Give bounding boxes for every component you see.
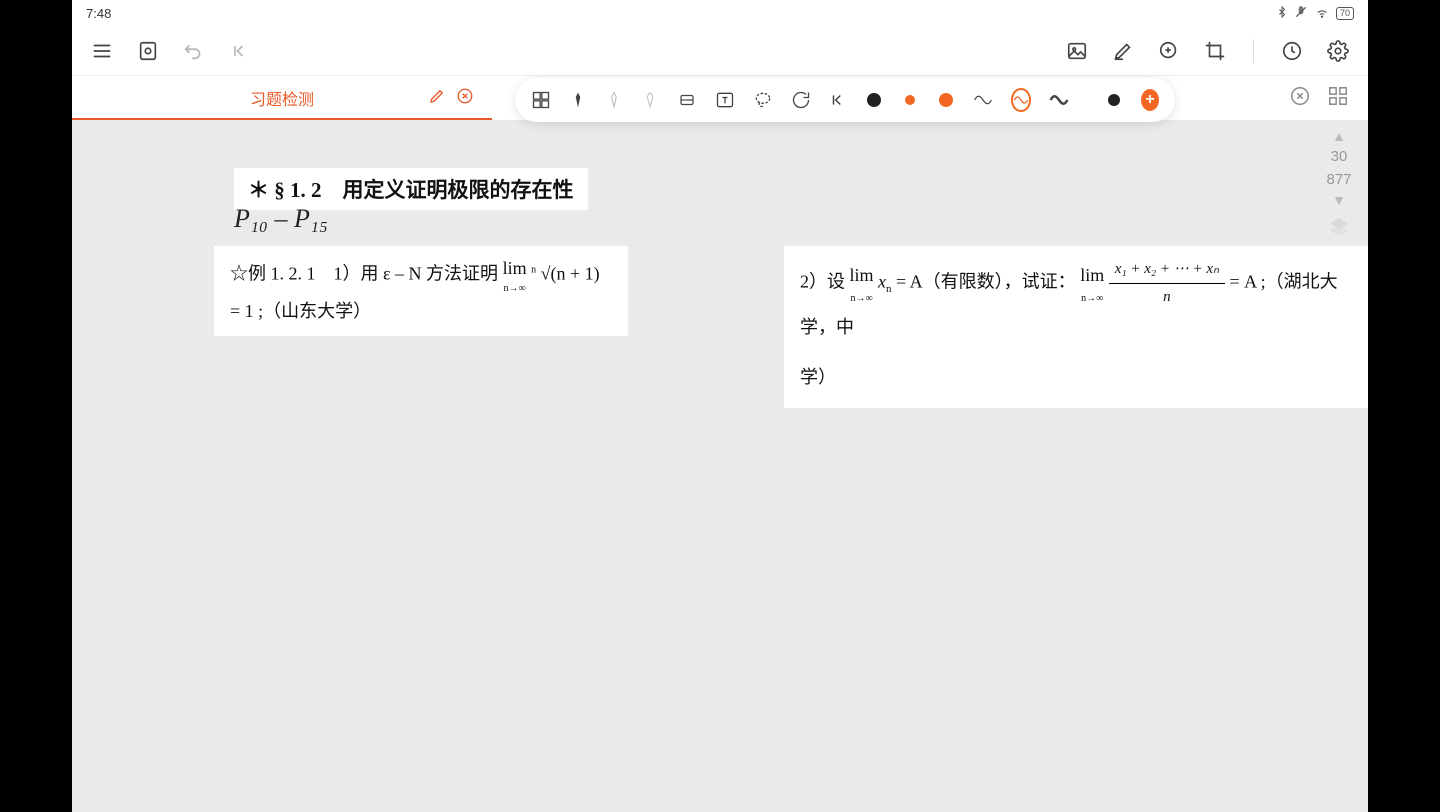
prob2-fraction: x₁ + x₂ + ⋯ + xₙ n — [1109, 256, 1225, 311]
problem-1: ☆例 1. 2. 1 1）用 ε – N 方法证明 lim n→∞ n √(n … — [214, 246, 628, 336]
undo-icon[interactable] — [182, 39, 206, 63]
rotate-tool-icon[interactable] — [791, 89, 811, 111]
settings-icon[interactable] — [1326, 39, 1350, 63]
pencil-edit-icon[interactable] — [1111, 39, 1135, 63]
prob2-mid: = A（有限数），试证： — [896, 272, 1076, 292]
stroke-wave-thin-icon[interactable] — [973, 89, 993, 111]
stroke-wave-selected-icon[interactable] — [1011, 88, 1031, 112]
status-bar: 7:48 70 — [72, 0, 1368, 26]
tab-edit-icon[interactable] — [428, 87, 446, 110]
page-up-icon[interactable]: ▲ — [1332, 128, 1346, 144]
eraser-tool-icon[interactable] — [677, 89, 697, 111]
tab-label: 习题检测 — [96, 86, 468, 110]
collapse-tool-icon[interactable] — [829, 89, 847, 111]
clear-circle-icon[interactable] — [1288, 84, 1312, 108]
status-indicators: 70 — [1276, 5, 1354, 22]
page-down-icon[interactable]: ▼ — [1332, 192, 1346, 208]
layers-icon[interactable] — [1328, 216, 1350, 243]
zoom-in-icon[interactable] — [1157, 39, 1181, 63]
color-black-large[interactable] — [865, 89, 883, 111]
page-total: 877 — [1326, 171, 1351, 188]
prob1-limit: lim n→∞ — [503, 254, 527, 297]
clock-icon[interactable] — [1280, 39, 1304, 63]
color-orange-small[interactable] — [901, 89, 919, 111]
prob2-limit2: lim n→∞ — [1080, 259, 1104, 307]
grid-panel-icon[interactable] — [1326, 84, 1350, 108]
shapes-tool-icon[interactable] — [531, 89, 551, 111]
lasso-tool-icon[interactable] — [753, 89, 773, 111]
problem-2: 2）设 lim n→∞ xn = A（有限数），试证： lim n→∞ x₁ +… — [784, 246, 1368, 408]
canvas-area[interactable]: ＊ § 1. 2 用定义证明极限的存在性 P₁₀ – P₁₅ ☆例 1. 2. … — [72, 120, 1368, 812]
wifi-icon — [1314, 5, 1330, 22]
redo-back-icon[interactable] — [228, 39, 252, 63]
crop-icon[interactable] — [1203, 39, 1227, 63]
right-tool-group — [1288, 84, 1350, 108]
page-navigator: ▲ 30 877 ▼ — [1320, 128, 1358, 243]
battery-icon: 70 — [1336, 7, 1354, 20]
tool-pill: + — [515, 78, 1175, 122]
prob2-limit1: lim n→∞ — [850, 259, 874, 307]
text-tool-icon[interactable] — [715, 89, 735, 111]
menu-icon[interactable] — [90, 39, 114, 63]
prob2-prefix: 2）设 — [800, 272, 850, 292]
stroke-wave-bold-icon[interactable] — [1049, 89, 1069, 111]
prob2-line2: 学） — [800, 361, 1352, 393]
highlighter-tool-icon[interactable] — [605, 89, 623, 111]
color-black-medium[interactable] — [1105, 89, 1123, 111]
prob1-prefix: ☆例 1. 2. 1 1）用 ε – N 方法证明 — [230, 264, 503, 284]
bluetooth-icon — [1276, 5, 1288, 22]
root-index: n — [531, 265, 536, 276]
view-mode-icon[interactable] — [136, 39, 160, 63]
color-orange-medium[interactable] — [937, 89, 955, 111]
image-icon[interactable] — [1065, 39, 1089, 63]
page-current: 30 — [1331, 148, 1348, 165]
marker-tool-icon[interactable] — [641, 89, 659, 111]
tab-active[interactable]: 习题检测 — [72, 76, 492, 120]
page-content: ＊ § 1. 2 用定义证明极限的存在性 P₁₀ – P₁₅ ☆例 1. 2. … — [144, 126, 1368, 812]
mute-icon — [1294, 5, 1308, 22]
top-toolbar — [72, 26, 1368, 76]
tab-close-icon[interactable] — [456, 87, 474, 110]
pen-tool-icon[interactable] — [569, 89, 587, 111]
status-time: 7:48 — [86, 6, 111, 21]
handwriting-note: P₁₀ – P₁₅ — [234, 204, 328, 234]
separator — [1253, 39, 1254, 63]
add-tool-button[interactable]: + — [1141, 89, 1159, 111]
